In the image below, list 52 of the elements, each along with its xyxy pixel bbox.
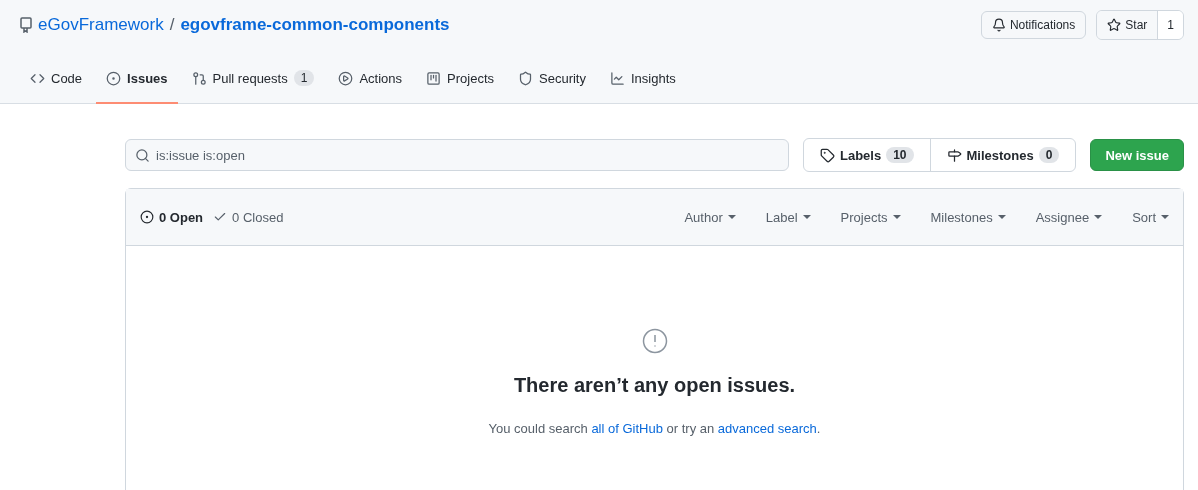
caret-icon [892, 215, 901, 219]
issue-state-link[interactable]: 0 Open [140, 209, 204, 225]
owner-link[interactable]: eGovFramework [38, 15, 164, 35]
nav-tab[interactable]: Code [20, 54, 93, 104]
filter-dropdown[interactable]: Projects [840, 209, 901, 225]
tag-icon [820, 147, 835, 163]
caret-icon [727, 215, 736, 219]
caret-icon [997, 215, 1006, 219]
tab-icon [191, 70, 207, 86]
filter-dropdown[interactable]: Milestones [930, 209, 1006, 225]
search-link[interactable]: advanced search [717, 421, 817, 436]
star-count[interactable]: 1 [1158, 11, 1183, 39]
nav-tab[interactable]: Security [508, 54, 596, 104]
search-field[interactable]: is:issue is:open [125, 139, 789, 171]
milestone-icon [946, 147, 962, 163]
tab-icon [518, 70, 533, 86]
search-icon [135, 148, 150, 163]
nav-tab[interactable]: Issues [96, 54, 178, 104]
search-link[interactable]: all of GitHub [591, 421, 663, 436]
tab-icon [106, 70, 122, 86]
milestones-link[interactable]: Milestones 0 [929, 139, 1076, 171]
filter-dropdown[interactable]: Assignee [1035, 209, 1103, 225]
filter-dropdown[interactable]: Label [765, 209, 811, 225]
caret-icon [802, 215, 811, 219]
filter-dropdown[interactable]: Sort [1132, 209, 1169, 225]
caret-icon [1094, 215, 1103, 219]
path-separator: / [169, 15, 175, 35]
nav-tab[interactable]: Insights [600, 54, 686, 104]
nav-tab[interactable]: Actions [328, 54, 413, 104]
empty-state-message: You could search all of GitHub or try an advanced search. [488, 421, 821, 436]
tab-icon [426, 70, 442, 86]
repo-icon [20, 17, 32, 33]
nav-tab[interactable]: Pull requests 1 [181, 54, 325, 104]
labels-counter: 10 [886, 147, 914, 163]
star-icon [1107, 18, 1122, 32]
issue-icon [140, 210, 154, 224]
tab-icon [338, 70, 354, 86]
notifications-button[interactable]: Notifications [980, 11, 1087, 39]
alert-icon [641, 328, 668, 354]
filter-dropdown[interactable]: Author [684, 209, 736, 225]
star-button[interactable]: Star [1097, 11, 1159, 39]
tab-icon [610, 70, 625, 86]
check-icon [213, 210, 228, 224]
caret-icon [1161, 215, 1169, 219]
milestones-counter: 0 [1038, 147, 1060, 163]
pull-request-counter: 1 [293, 70, 315, 86]
empty-state-title: There aren’t any open issues. [513, 374, 796, 397]
issue-state-link[interactable]: 0 Closed [213, 209, 284, 225]
repo-name-link[interactable]: egovframe-common-components [180, 15, 450, 35]
labels-link[interactable]: Labels 10 [804, 139, 930, 171]
bell-icon [991, 18, 1006, 32]
nav-tab[interactable]: Projects [416, 54, 504, 104]
